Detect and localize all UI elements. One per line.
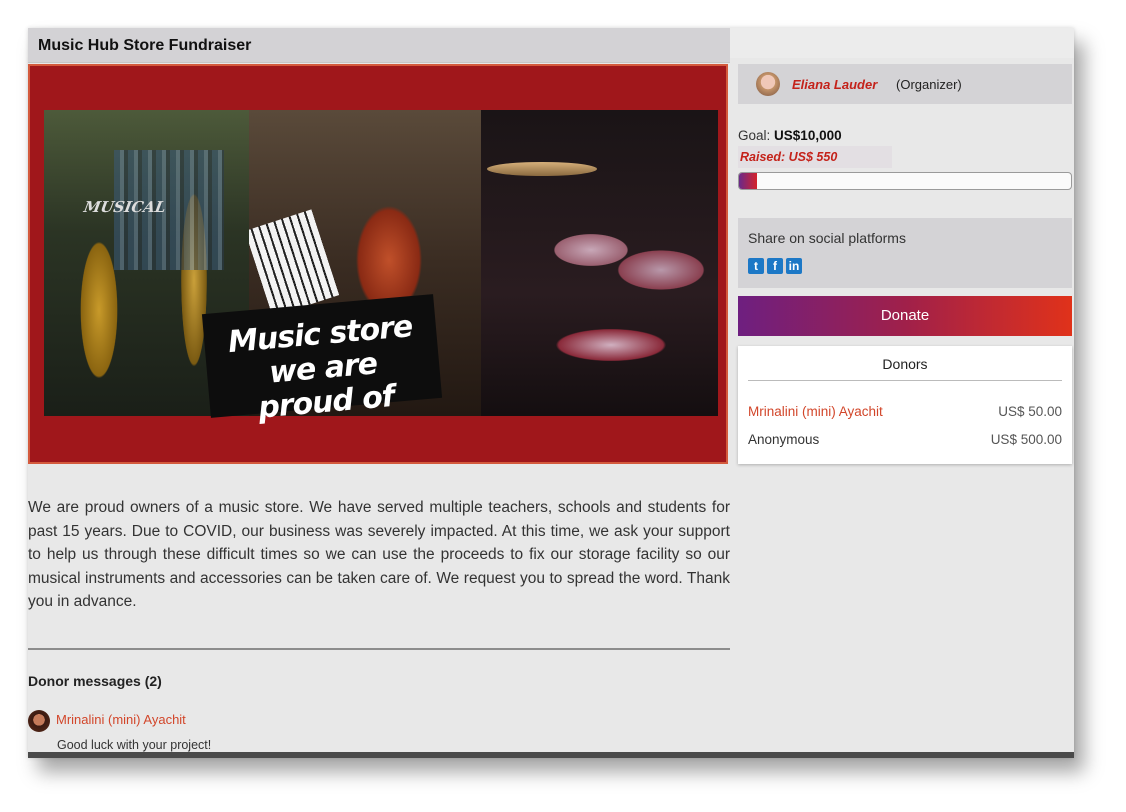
message-text: Good luck with your project! [57,738,212,752]
fundraiser-window: Music Hub Store Fundraiser MUSICAL Music… [28,28,1074,758]
donor-messages-title: Donor messages (2) [28,673,162,689]
title-bar: Music Hub Store Fundraiser [28,28,730,63]
donors-title: Donors [882,356,928,372]
title-right-strip [730,28,1074,58]
progress-bar [738,172,1072,190]
organizer-role: (Organizer) [896,77,962,92]
goal-line: Goal: US$10,000 [738,128,842,143]
goal-label: Goal: [738,128,771,143]
drum-kit-photo [481,110,718,416]
organizer-name-link[interactable]: Eliana Lauder [792,77,877,92]
hero-banner: MUSICAL Music store we are proud of [28,64,728,464]
page-title: Music Hub Store Fundraiser [38,37,252,54]
message-author-link[interactable]: Mrinalini (mini) Ayachit [56,712,186,727]
progress-fill [739,173,758,189]
donate-button[interactable]: Donate [738,296,1072,336]
donor-name: Anonymous [748,432,820,447]
divider [748,380,1062,381]
avatar [756,72,780,96]
hero-caption: Music store we are proud of [201,294,443,426]
keyboard-graphic [249,209,340,317]
shop-sign: MUSICAL [82,198,168,216]
cymbal-graphic [487,162,597,176]
facebook-icon[interactable]: f [767,258,783,274]
linkedin-icon[interactable]: in [786,258,802,274]
footer-bar [28,752,1074,758]
donor-name-link[interactable]: Mrinalini (mini) Ayachit [748,404,883,419]
fundraiser-description: We are proud owners of a music store. We… [28,499,730,610]
twitter-icon[interactable]: t [748,258,764,274]
share-box: Share on social platforms t f in [738,218,1072,288]
share-label: Share on social platforms [748,230,906,246]
donor-amount: US$ 50.00 [998,404,1062,419]
donors-box: Donors Mrinalini (mini) Ayachit US$ 50.0… [738,346,1072,464]
section-divider [28,648,730,650]
organizer-box: Eliana Lauder (Organizer) [738,64,1072,104]
avatar [28,710,50,732]
raised-amount: Raised: US$ 550 [738,146,892,168]
donor-amount: US$ 500.00 [990,432,1062,447]
goal-amount: US$10,000 [774,128,842,143]
